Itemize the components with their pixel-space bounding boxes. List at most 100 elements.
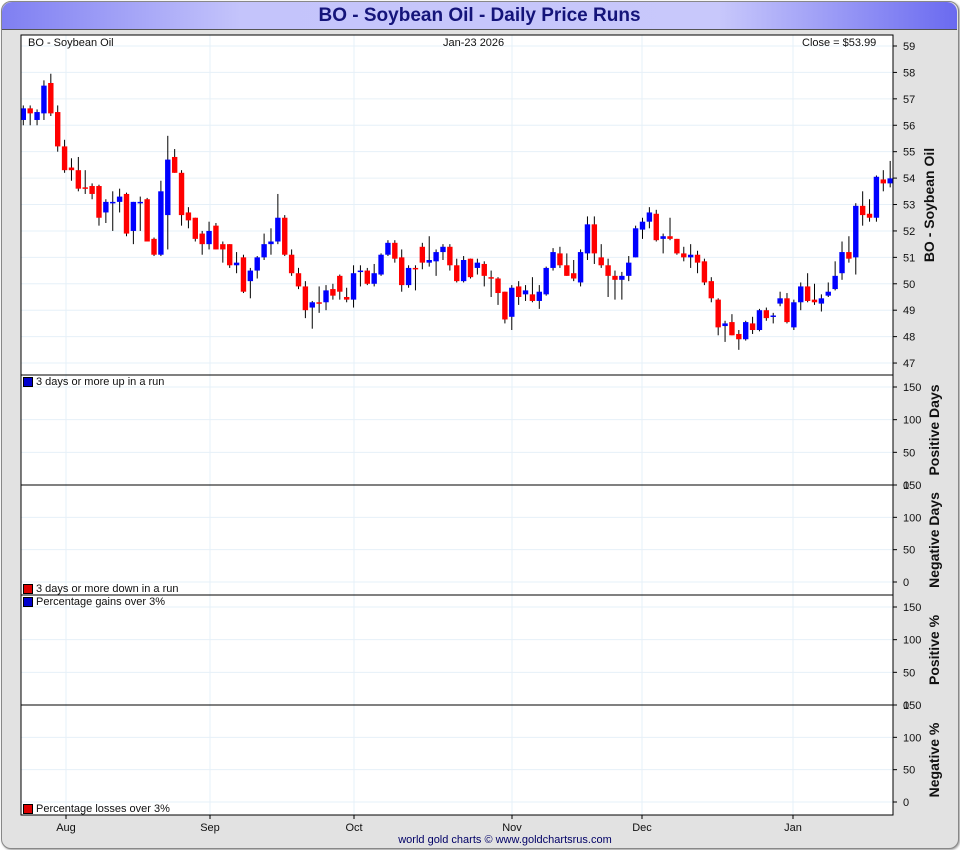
candle-up bbox=[474, 262, 481, 268]
candle-up bbox=[639, 221, 646, 230]
y-tick-label: 49 bbox=[903, 305, 915, 317]
y-tick-label: 48 bbox=[903, 332, 915, 344]
candle-down bbox=[288, 254, 295, 274]
candle-down bbox=[364, 270, 370, 284]
legend-negative-pct: Percentage losses over 3% bbox=[23, 803, 170, 815]
candle-up bbox=[206, 230, 212, 245]
candle-down bbox=[674, 238, 680, 254]
header-close: Close = $53.99 bbox=[802, 37, 877, 49]
candle-down bbox=[82, 187, 88, 189]
candle-down bbox=[316, 302, 322, 304]
y-tick-label: 56 bbox=[903, 120, 915, 132]
candle-down bbox=[591, 224, 598, 254]
y-tick-label: 150 bbox=[903, 382, 921, 394]
candle-down bbox=[736, 333, 742, 340]
candle-down bbox=[653, 213, 659, 241]
candle-down bbox=[178, 172, 185, 216]
candle-down bbox=[694, 254, 701, 263]
candle-down bbox=[282, 217, 288, 255]
candle-down bbox=[412, 267, 419, 270]
candle-up bbox=[646, 212, 653, 222]
legend-label: Percentage gains over 3% bbox=[36, 596, 166, 608]
main-y-title: BO - Soybean Oil bbox=[921, 147, 937, 263]
y-tick-label: 50 bbox=[903, 545, 915, 557]
candle-down bbox=[557, 253, 563, 266]
candle-down bbox=[220, 244, 226, 250]
candle-down bbox=[749, 323, 756, 331]
candle-up bbox=[130, 201, 137, 231]
y-tick-label: 100 bbox=[903, 512, 921, 524]
candle-up bbox=[626, 262, 632, 276]
candle-up bbox=[770, 315, 776, 317]
candle-down bbox=[55, 112, 61, 147]
footer-credit: world gold charts © www.goldchartsrus.co… bbox=[398, 834, 612, 846]
candle-up bbox=[536, 291, 542, 301]
candle-down bbox=[763, 310, 770, 319]
x-tick-label: Dec bbox=[632, 822, 652, 834]
candle-up bbox=[158, 191, 164, 255]
x-tick-label: Aug bbox=[56, 822, 76, 834]
candle-down bbox=[171, 156, 178, 173]
candle-up bbox=[323, 290, 329, 303]
y-tick-label: 55 bbox=[903, 147, 915, 159]
x-tick-label: Jan bbox=[784, 822, 802, 834]
candle-up bbox=[426, 260, 432, 263]
legend-swatch bbox=[23, 377, 33, 387]
candle-down bbox=[96, 186, 102, 218]
candle-down bbox=[564, 265, 570, 276]
y-tick-label: 50 bbox=[903, 765, 915, 777]
candle-up bbox=[378, 254, 384, 275]
candle-up bbox=[405, 267, 412, 286]
candle-down bbox=[240, 257, 247, 292]
y-tick-label: 52 bbox=[903, 226, 915, 238]
candle-up bbox=[619, 275, 625, 280]
candle-up bbox=[887, 178, 893, 184]
legend-label: Percentage losses over 3% bbox=[36, 803, 170, 815]
candle-up bbox=[791, 302, 797, 328]
x-tick-label: Oct bbox=[345, 822, 362, 834]
candle-down bbox=[185, 212, 192, 221]
positive-pct-title: Positive % bbox=[926, 614, 942, 686]
candle-up bbox=[873, 176, 880, 218]
y-tick-label: 50 bbox=[903, 667, 915, 679]
candle-up bbox=[584, 224, 591, 254]
candle-down bbox=[330, 289, 336, 296]
candle-down bbox=[729, 322, 735, 336]
candle-up bbox=[743, 322, 749, 340]
y-tick-label: 0 bbox=[903, 577, 909, 589]
candle-up bbox=[357, 270, 364, 273]
chart-svg: 47 48 49 50 51 52 53 54 55 56 57 58 59 0 50 100 150 0 50 10… bbox=[20, 34, 921, 834]
candle-down bbox=[667, 236, 673, 239]
y-tick-label: 53 bbox=[903, 200, 915, 212]
candle-down bbox=[454, 265, 460, 282]
candle-down bbox=[880, 179, 886, 184]
candle-down bbox=[295, 273, 302, 287]
candle-down bbox=[419, 246, 426, 263]
candle-down bbox=[859, 205, 866, 216]
candle-up bbox=[798, 286, 804, 303]
candle-down bbox=[708, 281, 714, 299]
candle-down bbox=[598, 257, 604, 266]
candle-down bbox=[811, 299, 818, 303]
negative-days-title: Negative Days bbox=[926, 492, 942, 588]
legend-label: 3 days or more up in a run bbox=[36, 376, 165, 388]
candle-up bbox=[777, 298, 783, 304]
candle-down bbox=[804, 286, 811, 301]
candle-down bbox=[199, 233, 205, 245]
y-tick-label: 100 bbox=[903, 635, 921, 647]
candle-down bbox=[227, 244, 233, 266]
candle-down bbox=[61, 146, 68, 171]
candle-up bbox=[756, 310, 763, 331]
candle-up bbox=[350, 273, 357, 300]
candle-up bbox=[440, 246, 446, 253]
candle-up bbox=[825, 291, 831, 296]
y-tick-label: 58 bbox=[903, 67, 915, 79]
candle-down bbox=[447, 246, 453, 266]
negative-pct-title: Negative % bbox=[926, 722, 942, 798]
candle-up bbox=[261, 244, 267, 258]
legend-positive-days: 3 days or more up in a run bbox=[23, 376, 164, 388]
y-tick-label: 0 bbox=[903, 797, 909, 809]
candle-up bbox=[309, 302, 315, 308]
y-tick-label: 50 bbox=[903, 279, 915, 291]
candle-up bbox=[233, 262, 240, 266]
